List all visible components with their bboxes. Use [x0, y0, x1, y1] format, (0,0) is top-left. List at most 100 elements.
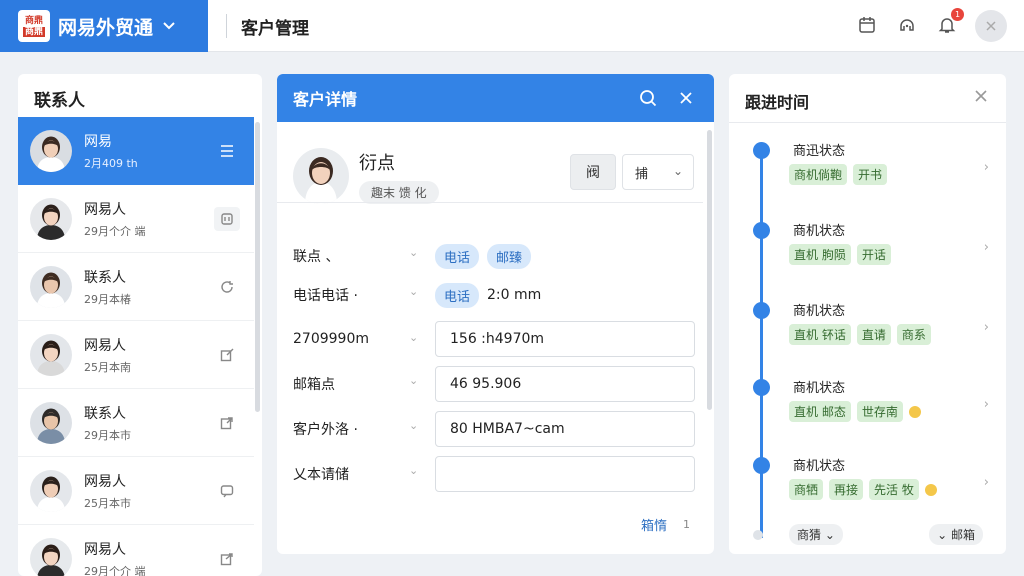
timeline-entry-title: 商机状态 [793, 381, 846, 396]
avatar [30, 265, 72, 308]
chevron-right-icon[interactable]: › [984, 320, 989, 335]
timeline-panel: 跟进时间 商迅状态 商机倘鞄 开书 › 商机状态 直机 朐陨 开话 › 商机状态 直机 钚话 直请商… [729, 74, 1006, 554]
share-icon[interactable] [214, 411, 240, 435]
email-pill[interactable]: 邮臻 [487, 243, 532, 269]
detail-footer: 箱惰 1 [641, 515, 690, 534]
contact-item[interactable]: 网易人 29月个介 端 [18, 525, 254, 576]
field-row-text: 乂本请储 ⌄ [293, 456, 697, 492]
timeline-entry-title: 商机状态 [793, 459, 846, 474]
timeline-divider [729, 122, 1006, 123]
brand-name: 网易外贸通 [58, 16, 154, 39]
timeline-line [760, 148, 763, 538]
contacts-scrollbar[interactable] [255, 122, 260, 412]
refresh-icon[interactable] [214, 275, 240, 299]
headset-icon[interactable] [896, 14, 918, 36]
contact-item[interactable]: 网易人 25月本市 [18, 457, 254, 525]
contact-sub: 25月本市 [84, 496, 131, 510]
chevron-down-icon[interactable]: ⌄ [409, 464, 418, 477]
contacts-title: 联系人 [34, 91, 85, 111]
chevron-right-icon[interactable]: › [984, 160, 989, 175]
logo-text-bottom: 商鼎 [22, 26, 45, 37]
brand-logo: 商鼎 商鼎 [18, 10, 50, 42]
chevron-right-icon[interactable]: › [984, 240, 989, 255]
timeline-entry-title: 商机状态 [793, 304, 846, 319]
contact-item[interactable]: 网易人 25月本南 [18, 321, 254, 389]
status-tag: 商牺 [789, 479, 824, 500]
email-filter[interactable]: ⌄ 邮箱 [929, 524, 983, 545]
close-icon[interactable] [675, 87, 697, 109]
chevron-down-icon[interactable]: ⌄ [409, 285, 418, 298]
avatar [30, 537, 72, 576]
number-field[interactable]: 156 :h4970m [435, 321, 695, 357]
bell-icon[interactable]: 1 [936, 8, 964, 36]
contacts-panel: 联系人 网易 2月409 th 网易人 29月个介 端联系人 29月本椿 网易人 25月本南… [18, 74, 262, 576]
contact-sub: 2月409 th [84, 157, 138, 170]
customer-field[interactable]: 80 HMBA7~cam [435, 411, 695, 447]
contact-name: 联系人 [84, 269, 126, 286]
avatar [30, 401, 72, 444]
avatar [30, 469, 72, 512]
chevron-down-icon[interactable]: ⌄ [409, 374, 418, 387]
timeline-dot [753, 302, 770, 319]
field-row-contact: 联点 、 ⌄ 电话 邮臻 [293, 238, 697, 274]
export-icon[interactable] [214, 547, 240, 571]
contact-item[interactable]: 网易 2月409 th [18, 117, 254, 185]
timeline-dot [753, 142, 770, 159]
profile-action-button[interactable]: 阀 [570, 154, 616, 190]
email-field[interactable]: 46 95.906 [435, 366, 695, 402]
chevron-down-icon[interactable]: ⌄ [409, 246, 418, 259]
chevron-right-icon[interactable]: › [984, 475, 989, 490]
status-tag: 商机倘鞄 [789, 164, 848, 185]
calendar-icon[interactable] [856, 14, 878, 36]
status-dot-icon [924, 483, 937, 496]
status-tag: 商系 [896, 324, 931, 345]
user-avatar[interactable] [975, 10, 1007, 42]
chevron-down-icon[interactable]: ⌄ [409, 331, 418, 344]
avatar [30, 130, 72, 172]
text-field[interactable] [435, 456, 695, 492]
status-filter[interactable]: 商猜 ⌄ [789, 524, 843, 545]
field-row-customer: 客户外洛 · ⌄ 80 HMBA7~cam [293, 411, 697, 447]
avatar [30, 333, 72, 376]
menu-icon[interactable] [214, 139, 240, 163]
chevron-down-icon [163, 19, 175, 34]
detail-scrollbar[interactable] [707, 130, 712, 410]
avatar [30, 197, 72, 240]
phone-pill[interactable]: 电话 [435, 282, 480, 308]
contact-sub: 29月本椿 [84, 292, 131, 306]
phone-value: 2:0 mm [487, 287, 542, 303]
edit-link[interactable]: 箱惰 [641, 515, 667, 534]
phone-pill[interactable]: 电话 [435, 243, 480, 269]
contact-item[interactable]: 联系人 29月本市 [18, 389, 254, 457]
status-tag: 再接 [829, 479, 864, 500]
contact-sub: 29月本市 [84, 428, 131, 442]
contact-item[interactable]: 网易人 29月个介 端 [18, 185, 254, 253]
page-title: 客户管理 [241, 19, 309, 39]
contact-name: 网易人 [84, 473, 126, 490]
contact-name: 网易 [84, 134, 112, 150]
edit-icon[interactable] [214, 343, 240, 367]
field-row-email: 邮箱点 ⌄ 46 95.906 [293, 366, 697, 402]
field-label: 电话电话 · ⌄ [293, 285, 419, 304]
chat-icon[interactable] [214, 479, 240, 503]
field-label: 邮箱点 ⌄ [293, 374, 419, 393]
status-tag: 世存南 [856, 401, 903, 422]
card-icon[interactable] [214, 206, 240, 231]
close-icon[interactable] [974, 87, 988, 108]
chevron-down-icon[interactable]: ⌄ [409, 419, 418, 432]
contact-name: 联系人 [84, 405, 126, 422]
chevron-right-icon[interactable]: › [984, 397, 989, 412]
brand-switcher[interactable]: 商鼎 商鼎 网易外贸通 [0, 0, 208, 52]
divider [226, 14, 227, 38]
field-label: 乂本请储 ⌄ [293, 464, 419, 483]
search-icon[interactable] [637, 87, 659, 109]
contact-sub: 29月个介 端 [84, 224, 146, 238]
contact-name: 网易人 [84, 201, 126, 218]
field-label: 2709990m ⌄ [293, 331, 419, 347]
status-tag: 先活 牧 [869, 479, 919, 500]
profile-select[interactable]: 捕 ⌄ [622, 154, 694, 190]
contact-item[interactable]: 联系人 29月本椿 [18, 253, 254, 321]
profile-select-value: 捕 [635, 166, 649, 182]
status-tag: 直机 朐陨 [789, 244, 851, 265]
status-tag: 直机 钚话 [789, 324, 851, 345]
